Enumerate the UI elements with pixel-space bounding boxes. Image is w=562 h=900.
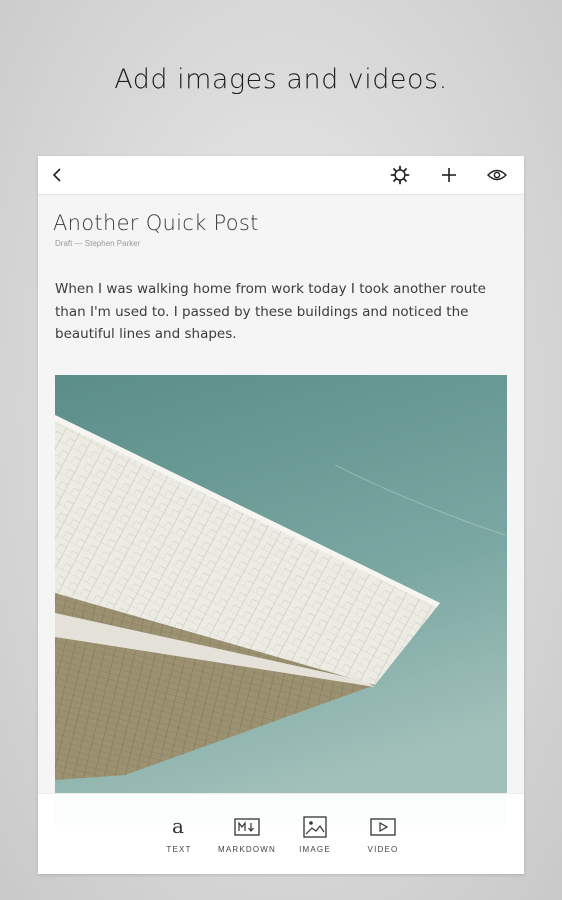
post-image[interactable] (55, 375, 507, 825)
back-button[interactable] (45, 162, 71, 188)
post-title[interactable]: Another Quick Post (53, 211, 259, 235)
post-body[interactable]: When I was walking home from work today … (55, 278, 507, 346)
svg-text:a: a (172, 815, 184, 838)
promo-headline: Add images and videos. (114, 64, 448, 95)
insert-text-button[interactable]: a TEXT (144, 794, 214, 874)
video-icon (370, 818, 396, 836)
editor-card: Another Quick Post Draft — Stephen Parke… (38, 156, 524, 874)
add-button[interactable] (436, 162, 462, 188)
insert-image-button[interactable]: IMAGE (280, 794, 350, 874)
insert-video-button[interactable]: VIDEO (348, 794, 418, 874)
editor-toolbar (38, 156, 524, 195)
text-icon: a (172, 815, 184, 838)
insert-markdown-label: MARKDOWN (217, 845, 277, 854)
eye-icon (487, 169, 507, 181)
post-meta: Draft — Stephen Parker (55, 239, 141, 248)
settings-button[interactable] (387, 162, 413, 188)
insert-markdown-button[interactable]: MARKDOWN (212, 794, 282, 874)
plus-icon (442, 168, 456, 182)
insert-toolbar: a TEXT MARKDOWN IMAGE VIDEO (38, 793, 524, 874)
insert-image-label: IMAGE (299, 845, 331, 854)
image-icon (303, 816, 327, 838)
markdown-icon (234, 818, 260, 836)
insert-video-label: VIDEO (367, 845, 399, 854)
preview-button[interactable] (484, 162, 510, 188)
chevron-left-icon (52, 168, 61, 182)
insert-text-label: TEXT (166, 845, 192, 854)
gear-icon (390, 165, 410, 185)
